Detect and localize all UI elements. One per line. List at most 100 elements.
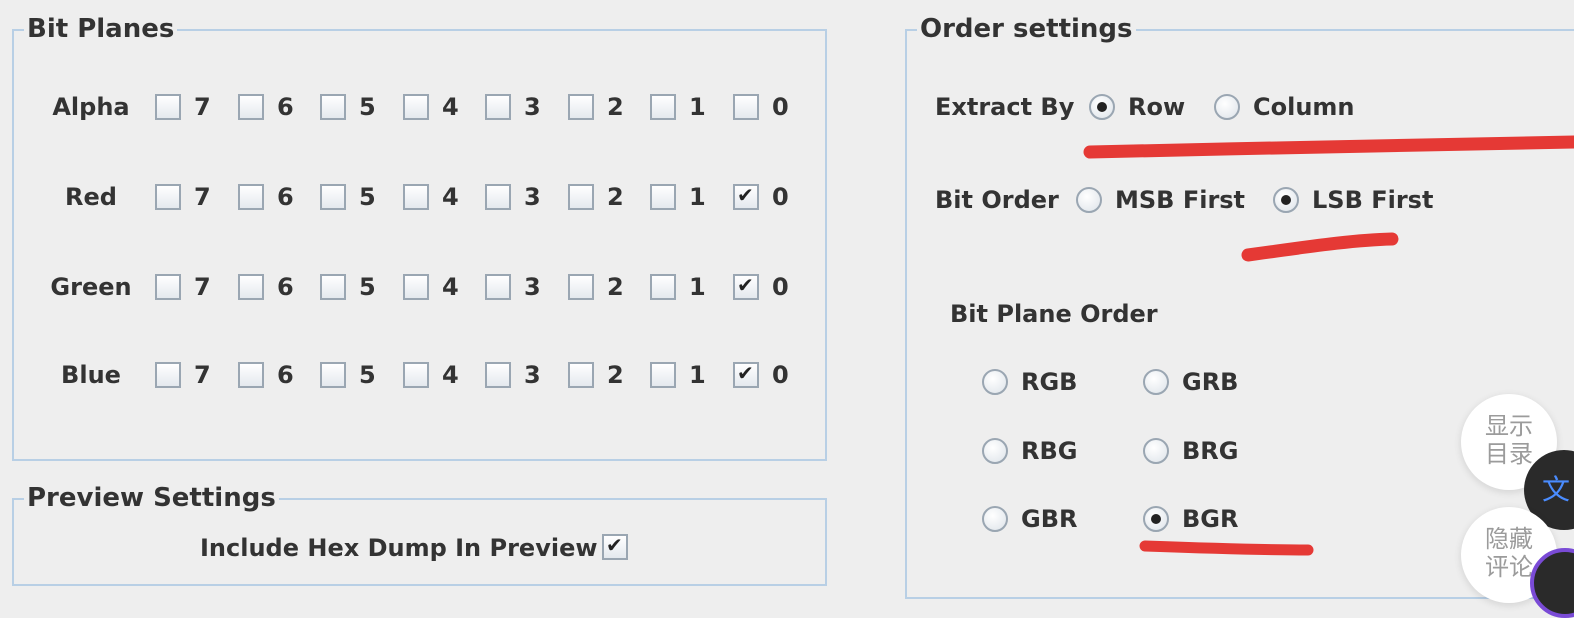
alpha-bit-0-checkbox[interactable] bbox=[733, 94, 759, 120]
grb-radio[interactable] bbox=[1143, 369, 1169, 395]
bit-number-label: 6 bbox=[277, 361, 294, 389]
bit-number-label: 2 bbox=[607, 273, 624, 301]
hex-dump-checkbox[interactable] bbox=[602, 533, 628, 560]
blue-bit-4-checkbox[interactable] bbox=[403, 362, 429, 388]
extract-by-column-label: Column bbox=[1253, 93, 1355, 121]
translate-icon: 文 bbox=[1542, 473, 1571, 506]
bit-number-label: 7 bbox=[194, 93, 211, 121]
green-bit-2-checkbox[interactable] bbox=[568, 274, 594, 300]
red-bit-2-checkbox[interactable] bbox=[568, 184, 594, 210]
bit-number-label: 2 bbox=[607, 361, 624, 389]
bit-plane-row-blue: Blue 7 6 5 4 3 2 1 0 bbox=[14, 355, 814, 395]
channel-label: Red bbox=[65, 183, 117, 211]
bgr-label: BGR bbox=[1182, 505, 1239, 533]
red-bit-4-checkbox[interactable] bbox=[403, 184, 429, 210]
rgb-radio[interactable] bbox=[982, 369, 1008, 395]
alpha-bit-3-checkbox[interactable] bbox=[485, 94, 511, 120]
green-bit-6-checkbox[interactable] bbox=[238, 274, 264, 300]
bit-plane-row-red: Red 7 6 5 4 3 2 1 0 bbox=[14, 177, 814, 217]
red-bit-3-checkbox[interactable] bbox=[485, 184, 511, 210]
preview-settings-title: Preview Settings bbox=[24, 483, 279, 513]
bit-number-label: 2 bbox=[607, 93, 624, 121]
bit-number-label: 4 bbox=[442, 273, 459, 301]
bit-number-label: 1 bbox=[689, 273, 706, 301]
bgr-radio[interactable] bbox=[1143, 506, 1169, 532]
preview-settings-group: Preview Settings Include Hex Dump In Pre… bbox=[12, 483, 827, 586]
green-bit-1-checkbox[interactable] bbox=[650, 274, 676, 300]
order-settings-title: Order settings bbox=[917, 14, 1136, 44]
bit-number-label: 4 bbox=[442, 93, 459, 121]
lsb-first-radio[interactable] bbox=[1273, 187, 1299, 213]
rgb-label: RGB bbox=[1021, 368, 1078, 396]
bit-number-label: 7 bbox=[194, 361, 211, 389]
bit-number-label: 1 bbox=[689, 93, 706, 121]
blue-bit-6-checkbox[interactable] bbox=[238, 362, 264, 388]
rbg-radio[interactable] bbox=[982, 438, 1008, 464]
bit-number-label: 6 bbox=[277, 273, 294, 301]
bit-order-label: Bit Order bbox=[935, 186, 1059, 214]
msb-first-radio[interactable] bbox=[1076, 187, 1102, 213]
bit-number-label: 3 bbox=[524, 361, 541, 389]
red-bit-1-checkbox[interactable] bbox=[650, 184, 676, 210]
bit-number-label: 2 bbox=[607, 183, 624, 211]
order-settings-group: Order settings Extract By Row Column Bit… bbox=[905, 14, 1574, 599]
green-bit-5-checkbox[interactable] bbox=[320, 274, 346, 300]
msb-first-label: MSB First bbox=[1115, 186, 1246, 214]
bit-number-label: 7 bbox=[194, 183, 211, 211]
rbg-label: RBG bbox=[1021, 437, 1078, 465]
red-bit-7-checkbox[interactable] bbox=[155, 184, 181, 210]
alpha-bit-4-checkbox[interactable] bbox=[403, 94, 429, 120]
extract-by-row-radio[interactable] bbox=[1089, 94, 1115, 120]
bit-number-label: 4 bbox=[442, 183, 459, 211]
extract-by-row-label: Row bbox=[1128, 93, 1186, 121]
bit-number-label: 5 bbox=[359, 361, 376, 389]
bit-number-label: 4 bbox=[442, 361, 459, 389]
grb-label: GRB bbox=[1182, 368, 1239, 396]
hex-dump-label: Include Hex Dump In Preview bbox=[200, 534, 598, 562]
bit-number-label: 0 bbox=[772, 273, 789, 301]
blue-bit-7-checkbox[interactable] bbox=[155, 362, 181, 388]
bit-plane-row-alpha: Alpha 7 6 5 4 3 2 1 0 bbox=[14, 87, 814, 127]
alpha-bit-7-checkbox[interactable] bbox=[155, 94, 181, 120]
alpha-bit-2-checkbox[interactable] bbox=[568, 94, 594, 120]
green-bit-7-checkbox[interactable] bbox=[155, 274, 181, 300]
blue-bit-5-checkbox[interactable] bbox=[320, 362, 346, 388]
green-bit-0-checkbox[interactable] bbox=[733, 273, 759, 300]
gbr-radio[interactable] bbox=[982, 506, 1008, 532]
alpha-bit-1-checkbox[interactable] bbox=[650, 94, 676, 120]
bit-number-label: 0 bbox=[772, 93, 789, 121]
bit-number-label: 0 bbox=[772, 361, 789, 389]
extract-by-column-radio[interactable] bbox=[1214, 94, 1240, 120]
bit-plane-row-green: Green 7 6 5 4 3 2 1 0 bbox=[14, 267, 814, 307]
lsb-first-label: LSB First bbox=[1312, 186, 1434, 214]
bit-planes-title: Bit Planes bbox=[24, 14, 178, 44]
red-bit-0-checkbox[interactable] bbox=[733, 183, 759, 210]
bit-number-label: 5 bbox=[359, 183, 376, 211]
bit-plane-order-label: Bit Plane Order bbox=[950, 300, 1158, 328]
blue-bit-1-checkbox[interactable] bbox=[650, 362, 676, 388]
channel-label: Green bbox=[50, 273, 132, 301]
brg-label: BRG bbox=[1182, 437, 1239, 465]
alpha-bit-6-checkbox[interactable] bbox=[238, 94, 264, 120]
blue-bit-0-checkbox[interactable] bbox=[733, 361, 759, 388]
bit-number-label: 3 bbox=[524, 93, 541, 121]
bit-number-label: 5 bbox=[359, 273, 376, 301]
bit-number-label: 5 bbox=[359, 93, 376, 121]
green-bit-4-checkbox[interactable] bbox=[403, 274, 429, 300]
bit-number-label: 3 bbox=[524, 273, 541, 301]
bit-number-label: 6 bbox=[277, 93, 294, 121]
red-bit-6-checkbox[interactable] bbox=[238, 184, 264, 210]
blue-bit-3-checkbox[interactable] bbox=[485, 362, 511, 388]
green-bit-3-checkbox[interactable] bbox=[485, 274, 511, 300]
bit-number-label: 6 bbox=[277, 183, 294, 211]
bit-number-label: 1 bbox=[689, 361, 706, 389]
blue-bit-2-checkbox[interactable] bbox=[568, 362, 594, 388]
bit-number-label: 7 bbox=[194, 273, 211, 301]
bit-planes-group: Bit Planes Alpha76543210Red76543210Green… bbox=[12, 14, 827, 461]
brg-radio[interactable] bbox=[1143, 438, 1169, 464]
extract-by-label: Extract By bbox=[935, 93, 1075, 121]
alpha-bit-5-checkbox[interactable] bbox=[320, 94, 346, 120]
bit-number-label: 0 bbox=[772, 183, 789, 211]
bit-number-label: 3 bbox=[524, 183, 541, 211]
red-bit-5-checkbox[interactable] bbox=[320, 184, 346, 210]
